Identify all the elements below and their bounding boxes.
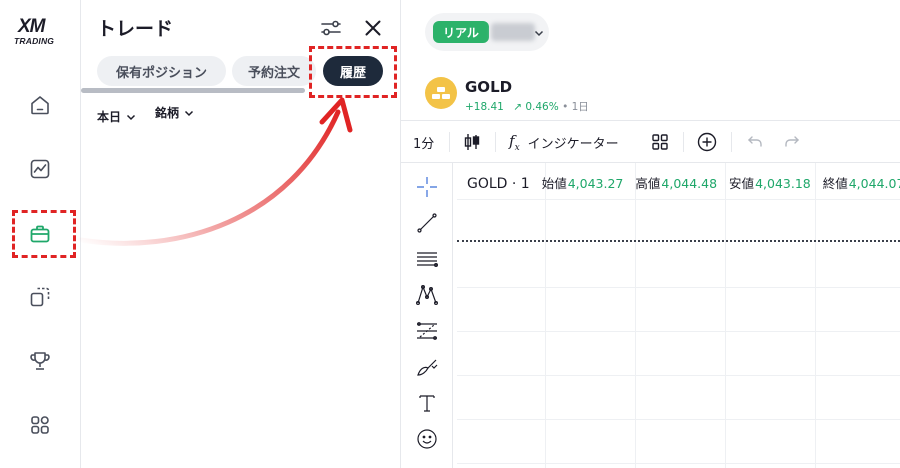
logo-main-text: XM [18, 16, 46, 37]
chart-area: リアル GOLD +18.41 ↗ 0.46% • 1日 1分 fx インジケー… [401, 0, 900, 468]
grid-line [457, 463, 900, 464]
divider [401, 120, 900, 121]
drawing-tools-bar [401, 163, 453, 468]
symbol-name[interactable]: GOLD [465, 78, 512, 96]
symbol-change: +18.41 ↗ 0.46% • 1日 [465, 99, 589, 114]
trend-up-icon: ↗ [513, 101, 523, 113]
grid-line [457, 419, 900, 420]
add-circle-icon[interactable] [697, 132, 717, 152]
logo-sub-text: TRADING [14, 36, 55, 46]
legend-low-value: 4,043.18 [755, 176, 811, 191]
home-icon[interactable] [28, 93, 52, 117]
toolbar-separator [731, 132, 732, 152]
grid-line [457, 375, 900, 376]
change-value: +18.41 [465, 101, 504, 113]
panel-title: トレード [97, 18, 174, 40]
tab-pending-orders[interactable]: 予約注文 [232, 56, 316, 86]
crosshair-icon[interactable] [415, 175, 439, 199]
account-number-redacted [491, 23, 535, 41]
change-percent: 0.46% [525, 101, 559, 113]
grid-line [815, 163, 816, 468]
legend-low-label: 安値 [729, 176, 755, 191]
filter-settings-icon[interactable] [319, 16, 343, 40]
price-chart[interactable]: GOLD · 1 始値4,043.27 高値4,044.48 安値4,043.1… [457, 163, 900, 468]
grid-line [457, 199, 900, 200]
copy-icon[interactable] [28, 285, 52, 309]
trophy-icon[interactable] [28, 349, 52, 373]
grid-line [457, 331, 900, 332]
text-tool-icon[interactable] [415, 391, 439, 415]
legend-open-value: 4,043.27 [567, 176, 624, 191]
chart-toolbar: 1分 fx インジケーター [401, 122, 900, 162]
indicators-label: インジケーター [527, 136, 619, 152]
price-line [457, 240, 900, 242]
redo-icon[interactable] [783, 132, 801, 152]
toolbar-separator [683, 132, 684, 152]
horizontal-lines-icon[interactable] [415, 247, 439, 271]
legend-high-label: 高値 [635, 176, 661, 191]
fib-retracement-icon[interactable] [415, 319, 439, 343]
account-selector[interactable]: リアル [425, 13, 549, 51]
emoji-icon[interactable] [415, 427, 439, 451]
xm-logo[interactable]: XM TRADING [14, 16, 64, 48]
close-icon[interactable] [361, 16, 385, 40]
toolbar-separator [495, 132, 496, 152]
legend-close-value: 4,044.07 [848, 176, 900, 191]
legend-high-value: 4,044.48 [661, 176, 718, 191]
legend-open-label: 始値 [541, 176, 567, 191]
grid-line [457, 287, 900, 288]
legend-symbol: GOLD · 1 [467, 176, 530, 192]
legend-close-label: 終値 [822, 176, 848, 191]
brush-icon[interactable] [415, 355, 439, 379]
tab-open-positions[interactable]: 保有ポジション [97, 56, 226, 86]
chevron-down-icon [534, 30, 544, 37]
layout-grid-icon[interactable] [651, 132, 669, 152]
trend-line-icon[interactable] [415, 211, 439, 235]
apps-icon[interactable] [28, 413, 52, 437]
account-type-badge: リアル [433, 21, 489, 43]
gold-bars-icon [425, 77, 457, 109]
grid-line [545, 163, 546, 468]
pattern-icon[interactable] [415, 283, 439, 307]
change-period: • 1日 [562, 101, 589, 113]
grid-line [635, 163, 636, 468]
ohlc-legend: GOLD · 1 始値4,043.27 高値4,044.48 安値4,043.1… [467, 173, 900, 192]
grid-line [725, 163, 726, 468]
annotation-arrow-icon [77, 97, 353, 246]
function-icon: fx [509, 131, 520, 153]
candlestick-icon[interactable] [463, 132, 481, 152]
indicators-button[interactable]: fx インジケーター [509, 131, 619, 153]
interval-button[interactable]: 1分 [413, 132, 434, 152]
toolbar-separator [449, 132, 450, 152]
undo-icon[interactable] [746, 132, 764, 152]
chart-icon[interactable] [28, 157, 52, 181]
